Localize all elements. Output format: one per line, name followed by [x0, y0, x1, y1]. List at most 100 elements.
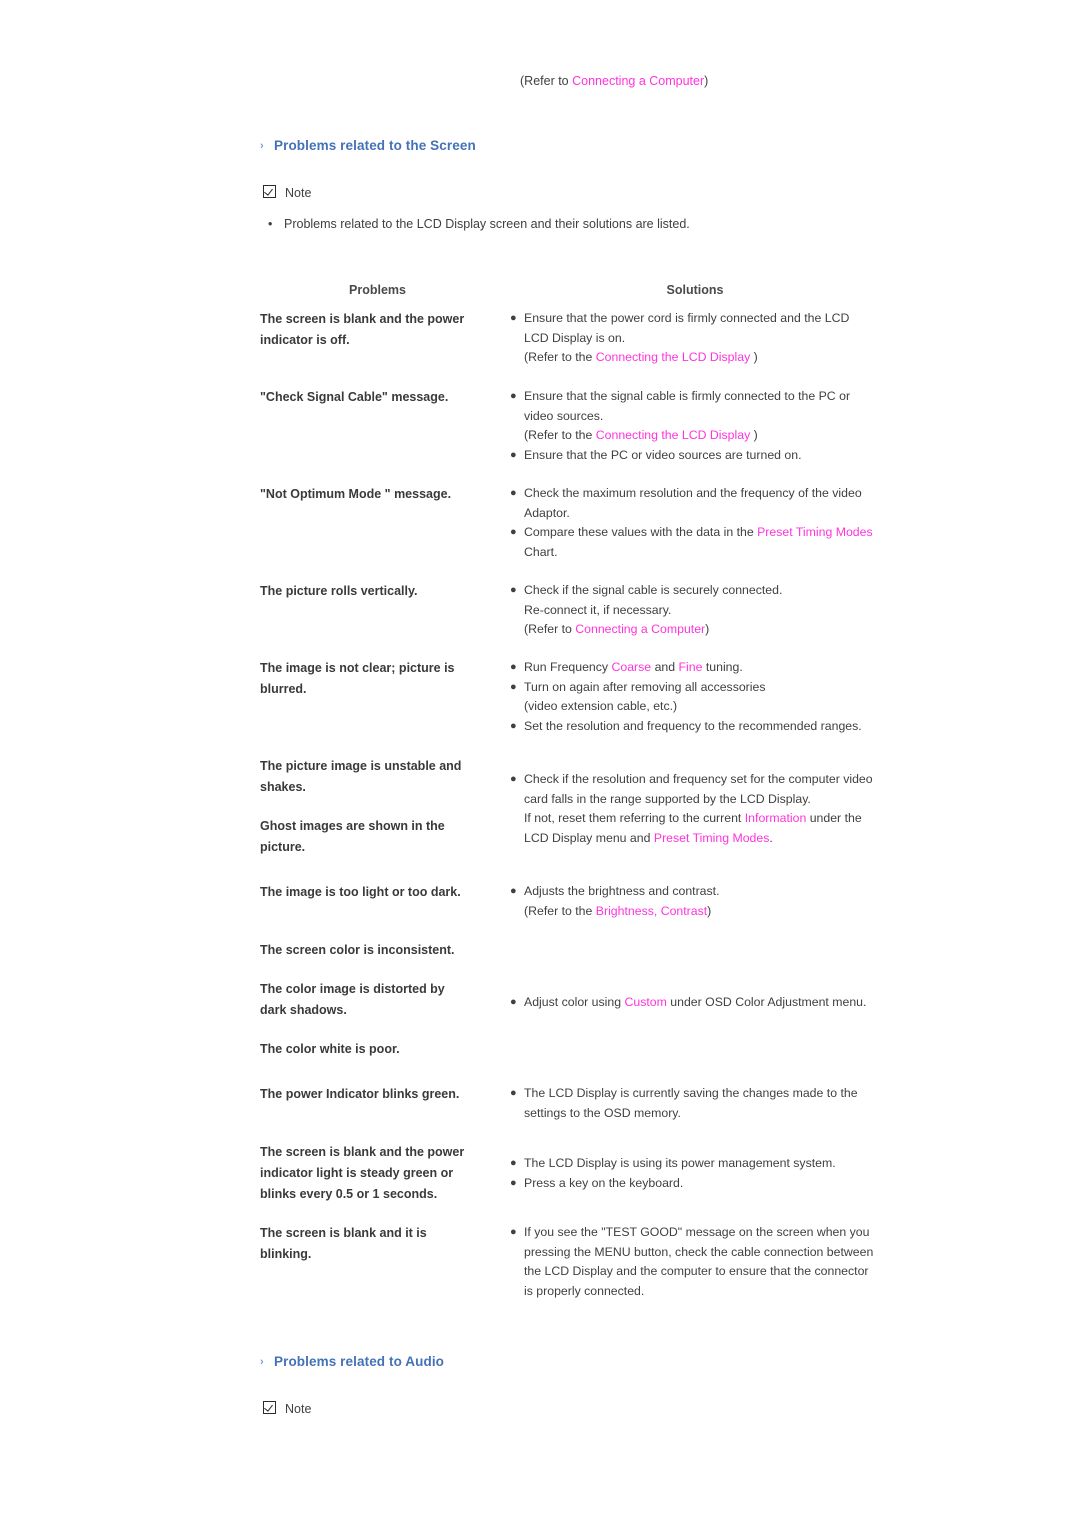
refer-prefix: (Refer to: [520, 74, 573, 88]
cross-reference-link[interactable]: Custom: [624, 995, 666, 1009]
solution-text: (Refer to the: [524, 903, 596, 918]
cross-reference-link[interactable]: Preset Timing Modes: [757, 525, 873, 539]
problem-cell: "Not Optimum Mode " message.: [260, 484, 492, 505]
bullet-icon: ●: [510, 487, 517, 499]
solution-line: Ensure that the PC or video sources are …: [524, 446, 880, 466]
document-page: (Refer to Connecting a Computer) › Proble…: [0, 0, 1080, 1528]
solution-line: The LCD Display is currently saving the …: [524, 1084, 880, 1104]
section-heading-problems-screen: › Problems related to the Screen: [260, 138, 476, 153]
bullet-icon: ●: [510, 773, 517, 785]
cross-reference-link[interactable]: Connecting a Computer: [575, 622, 705, 636]
solution-line: Re-connect it, if necessary.: [524, 601, 880, 621]
solution-text: Press a key on the keyboard.: [524, 1175, 684, 1190]
checkbox-checked-icon: [263, 185, 276, 198]
cross-reference-link[interactable]: Connecting the LCD Display: [596, 350, 750, 364]
solution-line: Check if the signal cable is securely co…: [524, 581, 880, 601]
solution-cell: ● Adjusts the brightness and contrast. (Re…: [508, 882, 880, 921]
bullet-icon: ●: [510, 885, 517, 897]
cross-reference-link[interactable]: Preset Timing Modes: [654, 831, 770, 845]
link-connecting-a-computer[interactable]: Connecting a Computer: [572, 74, 704, 88]
problem-line: The color image is distorted by: [260, 982, 445, 996]
solution-line: (Refer to the Connecting the LCD Display…: [524, 348, 880, 368]
note-label: Note: [285, 1402, 312, 1416]
problem-cell: "Check Signal Cable" message.: [260, 387, 492, 408]
solution-line: LCD Display menu and Preset Timing Modes…: [524, 829, 880, 849]
bullet-icon: ●: [510, 390, 517, 402]
solution-line: (Refer to the Brightness, Contrast): [524, 902, 880, 922]
solution-line: is properly connected.: [524, 1282, 880, 1302]
bullet-icon: ●: [510, 1226, 517, 1238]
solution-line: Compare these values with the data in th…: [524, 523, 880, 543]
bullet-icon: ●: [510, 448, 517, 461]
problem-line: "Check Signal Cable" message.: [260, 390, 449, 404]
solution-text: tuning.: [702, 660, 743, 674]
problem-line: [260, 961, 492, 979]
problem-line: The screen is blank and it is: [260, 1226, 427, 1240]
solution-text: LCD Display is on.: [524, 330, 626, 345]
problem-cell: The screen is blank and the power indicat…: [260, 1142, 492, 1205]
solution-item: ● The LCD Display is currently saving the…: [508, 1084, 880, 1123]
problem-line: The image is not clear; picture is: [260, 661, 455, 675]
solution-line: If not, reset them referring to the curr…: [524, 809, 880, 829]
cross-reference-link[interactable]: Information: [745, 811, 807, 825]
solution-line: Check if the resolution and frequency se…: [524, 770, 880, 790]
bullet-icon: ●: [510, 680, 517, 693]
solution-text: (Refer to the: [524, 350, 596, 364]
solution-text: Check the maximum resolution and the fre…: [524, 486, 862, 500]
bullet-icon: ●: [510, 312, 517, 324]
solution-cell: ● Ensure that the power cord is firmly co…: [508, 309, 880, 368]
solution-line: If you see the "TEST GOOD" message on th…: [524, 1223, 880, 1243]
solution-text: video sources.: [524, 408, 604, 423]
troubleshooting-table: Problems Solutions The screen is blank a…: [260, 283, 880, 1298]
problem-line: blurred.: [260, 682, 307, 696]
solution-item: ● The LCD Display is using its power mana…: [508, 1154, 880, 1174]
bullet-icon: ●: [510, 1176, 517, 1189]
column-header-problems: Problems: [349, 283, 406, 297]
problem-line: The picture rolls vertically.: [260, 584, 418, 598]
bullet-icon: ●: [510, 719, 517, 732]
solution-text: If you see the "TEST GOOD" message on th…: [524, 1225, 870, 1239]
solution-item: ● Turn on again after removing all access…: [508, 678, 880, 717]
solution-line: settings to the OSD memory.: [524, 1104, 880, 1124]
solution-text: settings to the OSD memory.: [524, 1105, 681, 1120]
bullet-icon: ●: [510, 1157, 517, 1169]
chevron-right-icon: ›: [260, 1356, 264, 1368]
solution-cell: ● Check if the signal cable is securely c…: [508, 581, 880, 640]
solution-text: Ensure that the PC or video sources are …: [524, 447, 802, 462]
solution-text: ): [750, 428, 758, 442]
solution-line: LCD Display is on.: [524, 329, 880, 349]
solution-text: the LCD Display and the computer to ensu…: [524, 1264, 869, 1278]
solution-text: The LCD Display is using its power manag…: [524, 1156, 836, 1170]
cross-reference-link[interactable]: Coarse: [612, 660, 652, 674]
solution-text: Adjust color using: [524, 995, 625, 1009]
problem-line: The picture image is unstable and: [260, 759, 462, 773]
problem-cell: The image is not clear; picture is blurre…: [260, 658, 492, 700]
solution-text: (Refer to the: [524, 428, 596, 442]
solution-cell: ● The LCD Display is using its power mana…: [508, 1154, 880, 1193]
cross-reference-link[interactable]: Connecting the LCD Display: [596, 428, 750, 442]
problem-line: indicator light is steady green or: [260, 1166, 454, 1180]
solution-line: video sources.: [524, 407, 880, 427]
solution-text: Compare these values with the data in th…: [524, 525, 758, 539]
solution-cell: ● Check the maximum resolution and the fr…: [508, 484, 880, 562]
cross-reference-link[interactable]: Brightness, Contrast: [596, 904, 707, 918]
solution-item: ● Adjusts the brightness and contrast. (Re…: [508, 882, 880, 921]
note-bullet-text: Problems related to the LCD Display scre…: [284, 217, 690, 231]
problem-line: The color white is poor.: [260, 1042, 400, 1056]
note-block-audio: Note: [263, 1401, 311, 1416]
note-bullet-screen: • Problems related to the LCD Display scr…: [268, 217, 690, 231]
solution-item: ● Press a key on the keyboard.: [508, 1174, 880, 1194]
solution-text: Ensure that the signal cable is firmly c…: [524, 389, 851, 403]
problem-cell: The picture image is unstable and shakes.…: [260, 756, 492, 858]
problem-cell: The screen color is inconsistent. The co…: [260, 940, 492, 1060]
table-header-row: Problems Solutions: [260, 283, 880, 307]
cross-reference-link[interactable]: Fine: [679, 660, 703, 674]
solution-text: The LCD Display is currently saving the …: [524, 1086, 858, 1100]
solution-text: Turn on again after removing all accesso…: [524, 679, 766, 694]
solution-line: (Refer to the Connecting the LCD Display…: [524, 426, 880, 446]
problem-cell: The screen is blank and the power indicat…: [260, 309, 492, 351]
solution-line: (Refer to Connecting a Computer): [524, 620, 880, 640]
problem-line: [260, 798, 492, 816]
solution-line: card falls in the range supported by the…: [524, 790, 880, 810]
solution-line: Chart.: [524, 543, 880, 563]
